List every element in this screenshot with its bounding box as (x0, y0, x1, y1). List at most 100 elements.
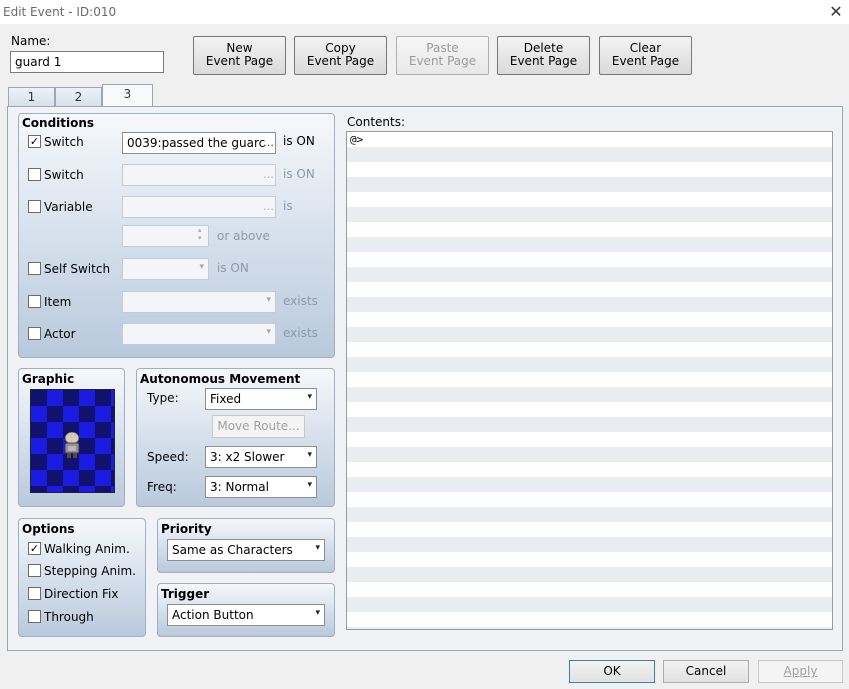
trigger-chevron-down-icon: ▾ (315, 608, 320, 618)
switch2-suffix: is ON (283, 167, 315, 181)
walking-anim-label: Walking Anim. (44, 542, 130, 556)
priority-title: Priority (161, 522, 212, 536)
switch1-label: Switch (44, 135, 84, 149)
movement-title: Autonomous Movement (140, 372, 301, 386)
switch1-checkbox[interactable]: ✓ (28, 135, 41, 148)
empty-row (347, 237, 832, 252)
clear-event-page-button[interactable]: Clear Event Page (599, 36, 692, 75)
empty-row (347, 522, 832, 537)
switch1-ellipsis-icon[interactable]: … (263, 136, 274, 149)
speed-label: Speed: (147, 450, 189, 464)
empty-row (347, 282, 832, 297)
switch1-selector[interactable]: 0039:passed the guarc (122, 132, 276, 154)
empty-row (347, 297, 832, 312)
empty-row (347, 312, 832, 327)
empty-row (347, 252, 832, 267)
switch2-ellipsis-icon[interactable]: … (263, 168, 274, 181)
empty-row (347, 447, 832, 462)
spin-down-icon: ▾ (198, 234, 202, 242)
apply-button[interactable]: Apply (758, 660, 843, 683)
empty-row (347, 432, 832, 447)
empty-row (347, 387, 832, 402)
stepping-anim-checkbox[interactable] (28, 564, 41, 577)
variable-label: Variable (44, 200, 93, 214)
variable-selector[interactable] (122, 196, 276, 218)
walking-anim-checkbox[interactable]: ✓ (28, 542, 41, 555)
speed-value: 3: x2 Slower (210, 450, 285, 464)
direction-fix-checkbox[interactable] (28, 587, 41, 600)
empty-row (347, 342, 832, 357)
variable-checkbox[interactable] (28, 200, 41, 213)
delete-event-page-button[interactable]: Delete Event Page (497, 36, 590, 75)
type-dropdown[interactable]: Fixed ▾ (205, 388, 317, 410)
contents-label: Contents: (347, 115, 406, 129)
actor-suffix: exists (283, 326, 318, 340)
new-button-line2: Event Page (205, 54, 274, 68)
empty-row (347, 402, 832, 417)
command-row[interactable]: @> (347, 132, 832, 147)
ok-button[interactable]: OK (569, 660, 655, 683)
priority-value: Same as Characters (172, 543, 293, 557)
actor-label: Actor (44, 327, 76, 341)
tab-page-3[interactable]: 3 (102, 84, 153, 107)
close-icon[interactable]: ✕ (826, 2, 846, 22)
graphic-preview[interactable] (30, 389, 115, 493)
actor-dropdown[interactable]: ▾ (122, 323, 276, 345)
empty-row (347, 417, 832, 432)
priority-chevron-down-icon: ▾ (315, 543, 320, 553)
self-switch-chevron-down-icon: ▾ (199, 262, 204, 272)
empty-row (347, 552, 832, 567)
empty-row (347, 507, 832, 522)
empty-row (347, 597, 832, 612)
item-chevron-down-icon: ▾ (266, 295, 271, 305)
empty-row (347, 627, 832, 629)
stepping-anim-label: Stepping Anim. (44, 564, 136, 578)
stepper-arrows-icon[interactable]: ▴ ▾ (198, 226, 202, 242)
tab-page-2[interactable]: 2 (55, 87, 102, 107)
empty-row (347, 372, 832, 387)
freq-value: 3: Normal (210, 480, 269, 494)
switch2-checkbox[interactable] (28, 168, 41, 181)
freq-chevron-down-icon: ▾ (307, 480, 312, 490)
spin-up-icon: ▴ (198, 226, 202, 234)
delete-button-line2: Event Page (509, 54, 578, 68)
empty-row (347, 162, 832, 177)
type-label: Type: (147, 391, 179, 405)
trigger-dropdown[interactable]: Action Button ▾ (167, 604, 325, 626)
cancel-button[interactable]: Cancel (663, 660, 749, 683)
actor-checkbox[interactable] (28, 327, 41, 340)
switch2-selector[interactable] (122, 164, 276, 186)
item-checkbox[interactable] (28, 295, 41, 308)
self-switch-label: Self Switch (44, 262, 111, 276)
self-switch-checkbox[interactable] (28, 262, 41, 275)
type-value: Fixed (210, 392, 242, 406)
variable-value-stepper[interactable] (122, 225, 209, 247)
freq-label: Freq: (147, 480, 177, 494)
empty-row (347, 267, 832, 282)
through-label: Through (44, 610, 94, 624)
conditions-title: Conditions (22, 116, 95, 130)
priority-dropdown[interactable]: Same as Characters ▾ (167, 539, 325, 561)
new-event-page-button[interactable]: New Event Page (193, 36, 286, 75)
empty-row (347, 477, 832, 492)
move-route-button[interactable]: Move Route... (212, 415, 305, 438)
empty-row (347, 357, 832, 372)
freq-dropdown[interactable]: 3: Normal ▾ (205, 476, 317, 498)
speed-dropdown[interactable]: 3: x2 Slower ▾ (205, 446, 317, 468)
item-suffix: exists (283, 294, 318, 308)
empty-row (347, 582, 832, 597)
event-contents-list[interactable]: @> (346, 131, 833, 630)
variable-ellipsis-icon[interactable]: … (263, 200, 274, 213)
name-input[interactable]: guard 1 (10, 51, 164, 73)
speed-chevron-down-icon: ▾ (307, 450, 312, 460)
tab-page-1[interactable]: 1 (8, 87, 55, 107)
through-checkbox[interactable] (28, 610, 41, 623)
empty-row (347, 462, 832, 477)
item-dropdown[interactable]: ▾ (122, 291, 276, 313)
self-switch-dropdown[interactable]: ▾ (122, 258, 209, 280)
direction-fix-label: Direction Fix (44, 587, 119, 601)
copy-event-page-button[interactable]: Copy Event Page (294, 36, 387, 75)
actor-chevron-down-icon: ▾ (266, 327, 271, 337)
guard-sprite-icon (64, 431, 80, 458)
paste-event-page-button[interactable]: Paste Event Page (396, 36, 489, 75)
